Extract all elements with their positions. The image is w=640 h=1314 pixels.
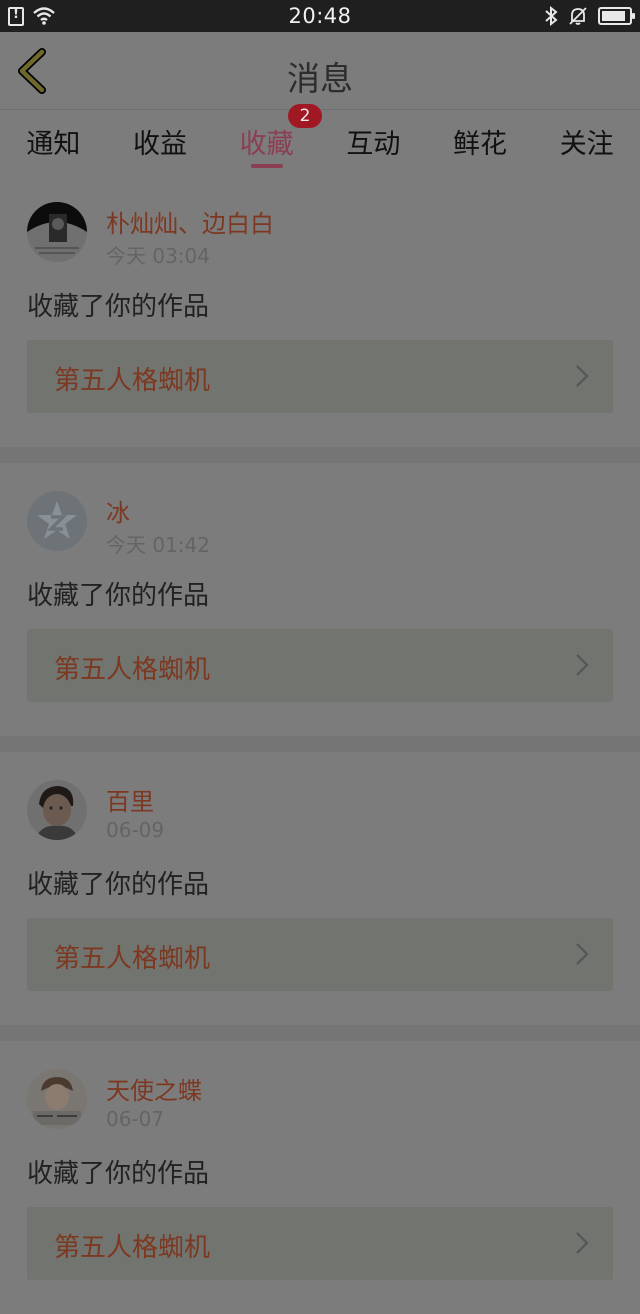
active-tab-indicator (250, 164, 283, 168)
status-bar: 20:48 (0, 0, 640, 32)
chevron-right-icon (576, 654, 589, 676)
username[interactable]: 百里 (106, 782, 154, 817)
work-link[interactable]: 第五人格蜘机 (27, 340, 613, 413)
page-title: 消息 (287, 59, 353, 98)
chevron-right-icon (576, 943, 589, 965)
avatar[interactable] (27, 1069, 87, 1129)
tab-notifications[interactable]: 通知 (0, 110, 107, 174)
divider (0, 736, 640, 752)
tab-earnings[interactable]: 收益 (107, 110, 214, 174)
avatar[interactable] (27, 202, 87, 262)
battery-icon (598, 7, 635, 25)
chevron-right-icon (576, 365, 589, 387)
unread-badge: 2 (288, 104, 322, 128)
timestamp: 今天 03:04 (106, 244, 210, 268)
divider (0, 447, 640, 463)
nav-bar: 消息 (0, 32, 640, 110)
action-text: 收藏了你的作品 (27, 870, 210, 900)
action-text: 收藏了你的作品 (27, 581, 210, 611)
username[interactable]: 冰 (106, 493, 130, 528)
timestamp: 今天 01:42 (106, 533, 210, 557)
list-item: 冰 今天 01:42 收藏了你的作品 第五人格蜘机 (0, 463, 640, 736)
work-title: 第五人格蜘机 (54, 366, 211, 396)
username[interactable]: 天使之蝶 (106, 1071, 202, 1106)
action-text: 收藏了你的作品 (27, 1159, 210, 1189)
avatar[interactable] (27, 780, 87, 840)
bluetooth-icon (545, 6, 558, 26)
tab-label: 收益 (133, 129, 187, 160)
tab-following[interactable]: 关注 (533, 110, 640, 174)
tab-label: 收藏 (239, 129, 294, 160)
work-link[interactable]: 第五人格蜘机 (27, 629, 613, 702)
tab-interactions[interactable]: 互动 (320, 110, 427, 174)
work-title: 第五人格蜘机 (54, 655, 211, 685)
list-item: 天使之蝶 06-07 收藏了你的作品 第五人格蜘机 (0, 1041, 640, 1314)
timestamp: 06-07 (106, 1107, 165, 1131)
favorites-feed: 朴灿灿、边白白 今天 03:04 收藏了你的作品 第五人格蜘机 冰 今天 01:… (0, 174, 640, 1314)
tab-favorites[interactable]: 收藏 2 (213, 104, 322, 174)
work-link[interactable]: 第五人格蜘机 (27, 1207, 613, 1280)
avatar[interactable] (27, 491, 87, 551)
work-title: 第五人格蜘机 (54, 944, 211, 974)
work-link[interactable]: 第五人格蜘机 (27, 918, 613, 991)
username[interactable]: 朴灿灿、边白白 (106, 204, 274, 239)
timestamp: 06-09 (106, 818, 165, 842)
divider (0, 1025, 640, 1041)
tab-bar: 通知 收益 收藏 2 互动 鲜花 关注 (0, 104, 640, 174)
tab-flowers[interactable]: 鲜花 (427, 110, 534, 174)
work-title: 第五人格蜘机 (54, 1233, 211, 1263)
chevron-right-icon (576, 1232, 589, 1254)
action-text: 收藏了你的作品 (27, 292, 210, 322)
tab-label: 关注 (559, 129, 614, 160)
tab-label: 鲜花 (453, 129, 508, 160)
tab-label: 互动 (346, 129, 401, 160)
list-item: 朴灿灿、边白白 今天 03:04 收藏了你的作品 第五人格蜘机 (0, 174, 640, 447)
tab-label: 通知 (26, 129, 81, 160)
list-item: 百里 06-09 收藏了你的作品 第五人格蜘机 (0, 752, 640, 1025)
mute-bell-icon (569, 7, 587, 25)
